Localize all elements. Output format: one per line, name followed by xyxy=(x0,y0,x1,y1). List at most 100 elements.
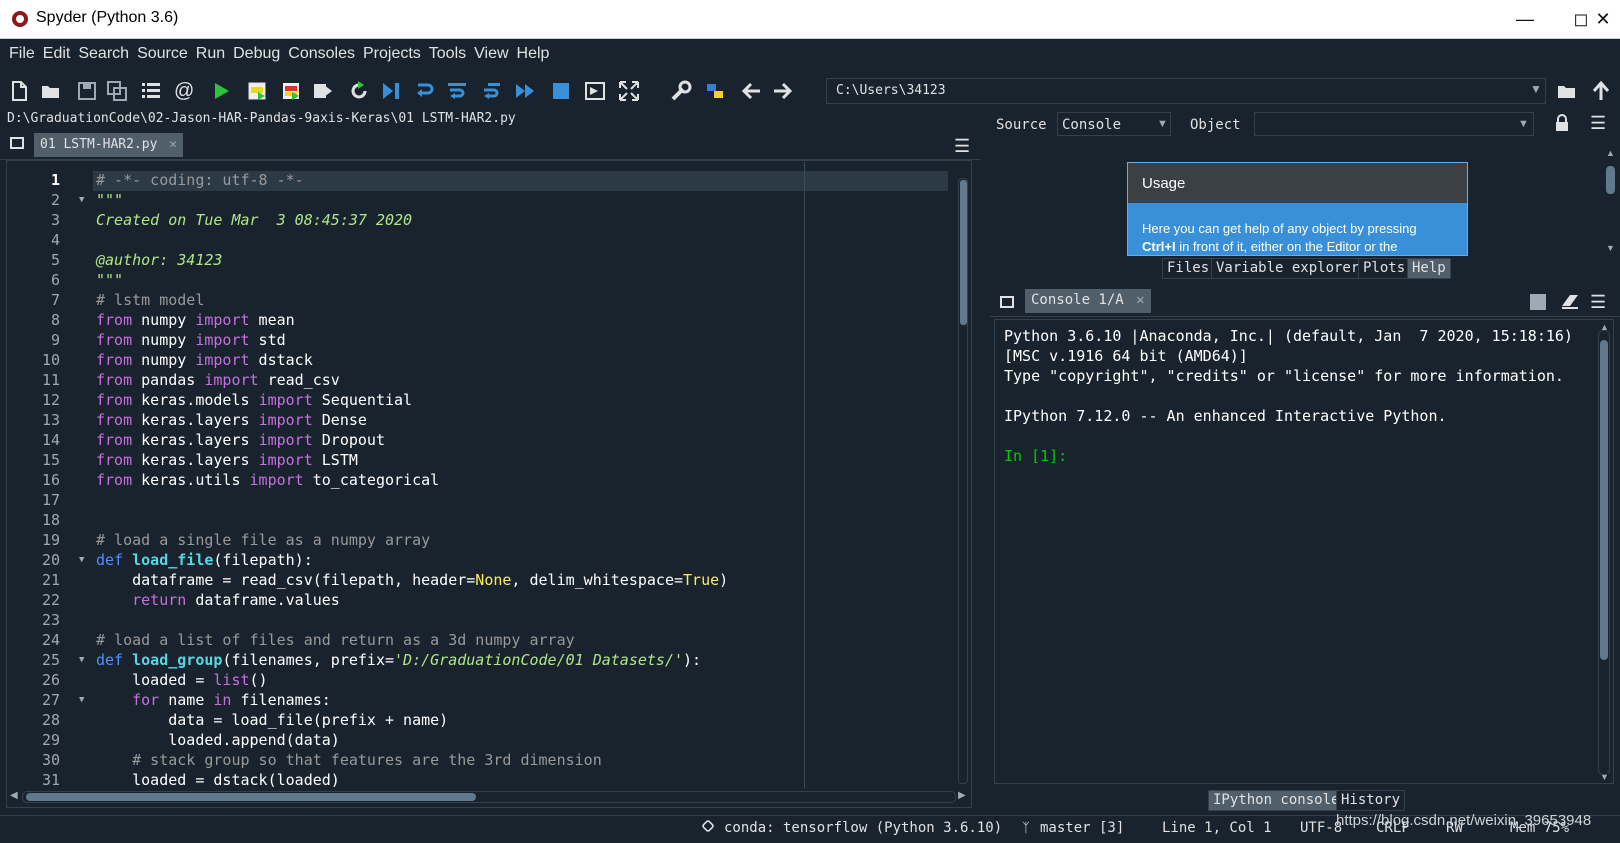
code-line[interactable]: @author: 34123 xyxy=(96,251,222,269)
at-symbol-icon[interactable]: @ xyxy=(174,80,196,102)
outline-list-icon[interactable] xyxy=(140,80,162,102)
back-arrow-icon[interactable] xyxy=(740,80,762,102)
step-icon[interactable] xyxy=(414,80,436,102)
preferences-wrench-icon[interactable] xyxy=(670,80,692,102)
menu-consoles[interactable]: Consoles xyxy=(287,43,356,65)
fullscreen-icon[interactable] xyxy=(618,80,640,102)
help-object-combo[interactable] xyxy=(1254,112,1534,136)
help-scroll-down-icon[interactable]: ▼ xyxy=(1606,243,1615,253)
code-line[interactable]: from numpy import mean xyxy=(96,311,295,329)
menu-search[interactable]: Search xyxy=(77,43,130,65)
menu-run[interactable]: Run xyxy=(195,43,226,65)
stop-debug-icon[interactable] xyxy=(550,80,572,102)
code-line[interactable]: # lstm model xyxy=(96,291,204,309)
open-file-icon[interactable] xyxy=(40,80,62,102)
menu-tools[interactable]: Tools xyxy=(428,43,467,65)
fold-chevron-down-icon[interactable]: ▼ xyxy=(79,695,84,705)
code-line[interactable]: from keras.layers import LSTM xyxy=(96,451,358,469)
pane-tab-help[interactable]: Help xyxy=(1407,258,1451,279)
save-all-icon[interactable] xyxy=(106,80,128,102)
code-line[interactable]: loaded = list() xyxy=(96,671,267,689)
help-options-menu-icon[interactable]: ☰ xyxy=(1590,113,1606,134)
code-line[interactable]: # load a list of files and return as a 3… xyxy=(96,631,575,649)
code-line[interactable]: Created on Tue Mar 3 08:45:37 2020 xyxy=(96,211,412,229)
scroll-left-icon[interactable]: ◀ xyxy=(10,790,18,801)
code-line[interactable]: from numpy import std xyxy=(96,331,286,349)
code-line[interactable]: from pandas import read_csv xyxy=(96,371,340,389)
code-line[interactable]: loaded = dstack(loaded) xyxy=(96,771,340,789)
code-line[interactable]: """ xyxy=(96,191,123,209)
code-line[interactable]: return dataframe.values xyxy=(96,591,340,609)
bottom-tab-ipython-console[interactable]: IPython console xyxy=(1208,790,1345,811)
code-line[interactable]: # -*- coding: utf-8 -*- xyxy=(96,171,304,189)
browse-folder-icon[interactable] xyxy=(1556,80,1578,102)
code-line[interactable]: dataframe = read_csv(filepath, header=No… xyxy=(96,571,728,589)
menu-debug[interactable]: Debug xyxy=(232,43,281,65)
fold-chevron-down-icon[interactable]: ▼ xyxy=(79,655,84,665)
close-window-button[interactable]: ✕ xyxy=(1588,4,1618,34)
code-line[interactable]: """ xyxy=(96,271,123,289)
rerun-icon[interactable] xyxy=(348,80,370,102)
code-line[interactable]: # stack group so that features are the 3… xyxy=(96,751,602,769)
editor-tab[interactable]: 01 LSTM-HAR2.py ✕ xyxy=(34,133,184,157)
code-line[interactable]: def load_file(filepath): xyxy=(96,551,313,569)
pane-tab-files[interactable]: Files xyxy=(1162,258,1215,279)
code-line[interactable]: def load_group(filenames, prefix='D:/Gra… xyxy=(96,651,701,669)
ipython-console[interactable] xyxy=(994,319,1614,784)
minimize-button[interactable]: — xyxy=(1500,4,1550,34)
pane-tab-plots[interactable]: Plots xyxy=(1358,258,1411,279)
code-line[interactable]: # load a single file as a numpy array xyxy=(96,531,430,549)
code-line[interactable]: from keras.layers import Dropout xyxy=(96,431,385,449)
code-line[interactable]: data = load_file(prefix + name) xyxy=(96,711,448,729)
lock-icon[interactable] xyxy=(1554,114,1570,137)
code-line[interactable]: for name in filenames: xyxy=(96,691,331,709)
run-cell-icon[interactable] xyxy=(246,80,268,102)
clear-console-eraser-icon[interactable] xyxy=(1560,292,1580,315)
menu-edit[interactable]: Edit xyxy=(42,43,72,65)
console-tab-close-icon[interactable]: ✕ xyxy=(1136,292,1144,308)
pane-tab-variable-explorer[interactable]: Variable explorer xyxy=(1211,258,1365,279)
scroll-right-icon[interactable]: ▶ xyxy=(958,790,966,801)
step-into-icon[interactable] xyxy=(446,80,468,102)
fold-chevron-down-icon[interactable]: ▼ xyxy=(79,195,84,205)
console-options-menu-icon[interactable]: ☰ xyxy=(1590,292,1606,313)
editor-horizontal-scroll-thumb[interactable] xyxy=(26,793,476,801)
menu-view[interactable]: View xyxy=(473,43,509,65)
code-line[interactable]: loaded.append(data) xyxy=(96,731,340,749)
new-file-icon[interactable] xyxy=(8,80,30,102)
tab-close-icon[interactable]: ✕ xyxy=(169,137,177,152)
editor-vertical-scroll-thumb[interactable] xyxy=(960,180,967,325)
forward-arrow-icon[interactable] xyxy=(772,80,794,102)
continue-icon[interactable] xyxy=(514,80,536,102)
maximize-pane-icon[interactable] xyxy=(584,80,606,102)
object-chevron-down-icon[interactable]: ▼ xyxy=(1518,118,1529,130)
help-scroll-thumb[interactable] xyxy=(1606,166,1615,194)
code-line[interactable]: from keras.layers import Dense xyxy=(96,411,367,429)
code-line[interactable]: from keras.models import Sequential xyxy=(96,391,412,409)
run-icon[interactable] xyxy=(210,80,232,102)
code-line[interactable]: from keras.utils import to_categorical xyxy=(96,471,439,489)
run-selection-icon[interactable] xyxy=(312,80,334,102)
pane-splitter[interactable] xyxy=(980,110,990,810)
fold-chevron-down-icon[interactable]: ▼ xyxy=(79,555,84,565)
help-scroll-up-icon[interactable]: ▲ xyxy=(1606,148,1615,158)
debug-icon[interactable] xyxy=(380,80,402,102)
menu-help[interactable]: Help xyxy=(516,43,551,65)
console-scroll-down-icon[interactable]: ▼ xyxy=(1600,772,1609,782)
parent-directory-icon[interactable] xyxy=(1590,80,1612,102)
console-tab[interactable]: Console 1/A ✕ xyxy=(1025,289,1151,313)
code-line[interactable]: from numpy import dstack xyxy=(96,351,313,369)
step-return-icon[interactable] xyxy=(480,80,502,102)
console-vertical-scroll-thumb[interactable] xyxy=(1600,340,1608,660)
interrupt-kernel-icon[interactable] xyxy=(1530,294,1546,310)
source-chevron-down-icon[interactable]: ▼ xyxy=(1157,118,1168,130)
menu-file[interactable]: File xyxy=(8,43,36,65)
menu-source[interactable]: Source xyxy=(136,43,189,65)
browse-tabs-icon[interactable] xyxy=(10,137,24,149)
bottom-tab-history[interactable]: History xyxy=(1336,790,1406,811)
editor-options-menu-icon[interactable]: ☰ xyxy=(954,136,970,157)
console-browse-tabs-icon[interactable] xyxy=(1000,296,1014,308)
save-file-icon[interactable] xyxy=(76,80,98,102)
combo-chevron-down-icon[interactable]: ▼ xyxy=(1530,82,1542,96)
menu-projects[interactable]: Projects xyxy=(362,43,422,65)
